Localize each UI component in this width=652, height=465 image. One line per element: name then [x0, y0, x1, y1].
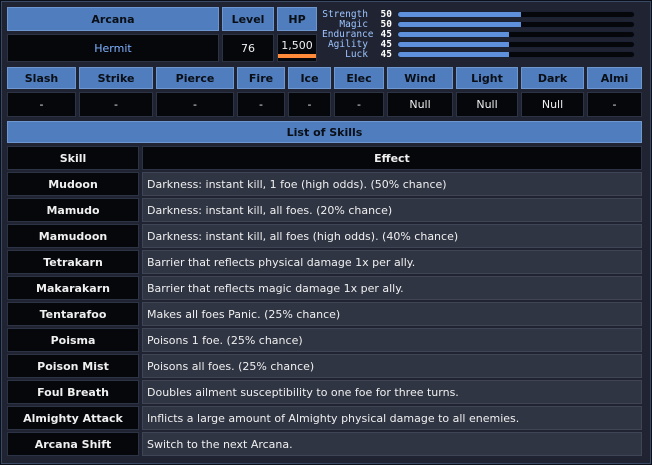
affinity-header-fire: Fire	[237, 67, 285, 89]
affinity-value-wind: Null	[387, 92, 453, 117]
skill-effect: Darkness: instant kill, all foes. (20% c…	[142, 198, 642, 222]
skill-name: Poisma	[7, 328, 139, 352]
skill-name: Mudoon	[7, 172, 139, 196]
skill-effect: Inflicts a large amount of Almighty phys…	[142, 406, 642, 430]
level-value: 76	[222, 34, 274, 62]
skill-name: Tentarafoo	[7, 302, 139, 326]
affinity-value-ice: -	[288, 92, 331, 117]
skill-effect: Makes all foes Panic. (25% chance)	[142, 302, 642, 326]
skill-name: Foul Breath	[7, 380, 139, 404]
skill-name: Mamudo	[7, 198, 139, 222]
skill-effect: Poisons 1 foe. (25% chance)	[142, 328, 642, 352]
affinity-header-pierce: Pierce	[156, 67, 234, 89]
affinity-header-wind: Wind	[387, 67, 453, 89]
affinity-value-pierce: -	[156, 92, 234, 117]
affinity-value-fire: -	[237, 92, 285, 117]
affinity-value-almi: -	[587, 92, 642, 117]
skill-column-header: Skill	[7, 146, 139, 170]
stat-bar-fill-4	[398, 52, 509, 57]
skill-name: Poison Mist	[7, 354, 139, 378]
level-header: Level	[222, 7, 274, 31]
affinity-value-light: Null	[456, 92, 518, 117]
affinity-header-light: Light	[456, 67, 518, 89]
skill-name: Almighty Attack	[7, 406, 139, 430]
skill-name: Tetrakarn	[7, 250, 139, 274]
stat-bar-0	[397, 11, 635, 18]
affinity-header-strike: Strike	[79, 67, 153, 89]
affinity-value-dark: Null	[521, 92, 584, 117]
skill-effect: Darkness: instant kill, 1 foe (high odds…	[142, 172, 642, 196]
stat-name-4: Luck	[345, 49, 368, 60]
affinity-value-elec: -	[334, 92, 384, 117]
skills-title: List of Skills	[7, 121, 642, 143]
affinity-header-dark: Dark	[521, 67, 584, 89]
arcana-header: Arcana	[7, 7, 219, 31]
skill-name: Arcana Shift	[7, 432, 139, 456]
stat-bar-fill-0	[398, 12, 521, 17]
skill-name: Mamudoon	[7, 224, 139, 248]
skill-effect: Barrier that reflects physical damage 1x…	[142, 250, 642, 274]
affinity-header-elec: Elec	[334, 67, 384, 89]
stat-bar-1	[397, 21, 635, 28]
affinity-header-almi: Almi	[587, 67, 642, 89]
skill-effect: Doubles ailment susceptibility to one fo…	[142, 380, 642, 404]
stat-bar-3	[397, 41, 635, 48]
stat-bar-2	[397, 31, 635, 38]
stat-value-4: 45	[380, 49, 392, 60]
arcana-value: Hermit	[7, 34, 219, 62]
affinity-value-slash: -	[7, 92, 76, 117]
affinity-header-ice: Ice	[288, 67, 331, 89]
hp-header: HP	[277, 7, 317, 31]
skill-effect: Barrier that reflects magic damage 1x pe…	[142, 276, 642, 300]
stat-bar-4	[397, 51, 635, 58]
skill-effect: Darkness: instant kill, all foes (high o…	[142, 224, 642, 248]
affinity-value-strike: -	[79, 92, 153, 117]
hp-bar	[278, 54, 316, 58]
effect-column-header: Effect	[142, 146, 642, 170]
affinity-header-slash: Slash	[7, 67, 76, 89]
stat-bar-fill-2	[398, 32, 509, 37]
stat-bar-fill-1	[398, 22, 521, 27]
skill-name: Makarakarn	[7, 276, 139, 300]
skill-effect: Switch to the next Arcana.	[142, 432, 642, 456]
skill-effect: Poisons all foes. (25% chance)	[142, 354, 642, 378]
stat-bar-fill-3	[398, 42, 509, 47]
